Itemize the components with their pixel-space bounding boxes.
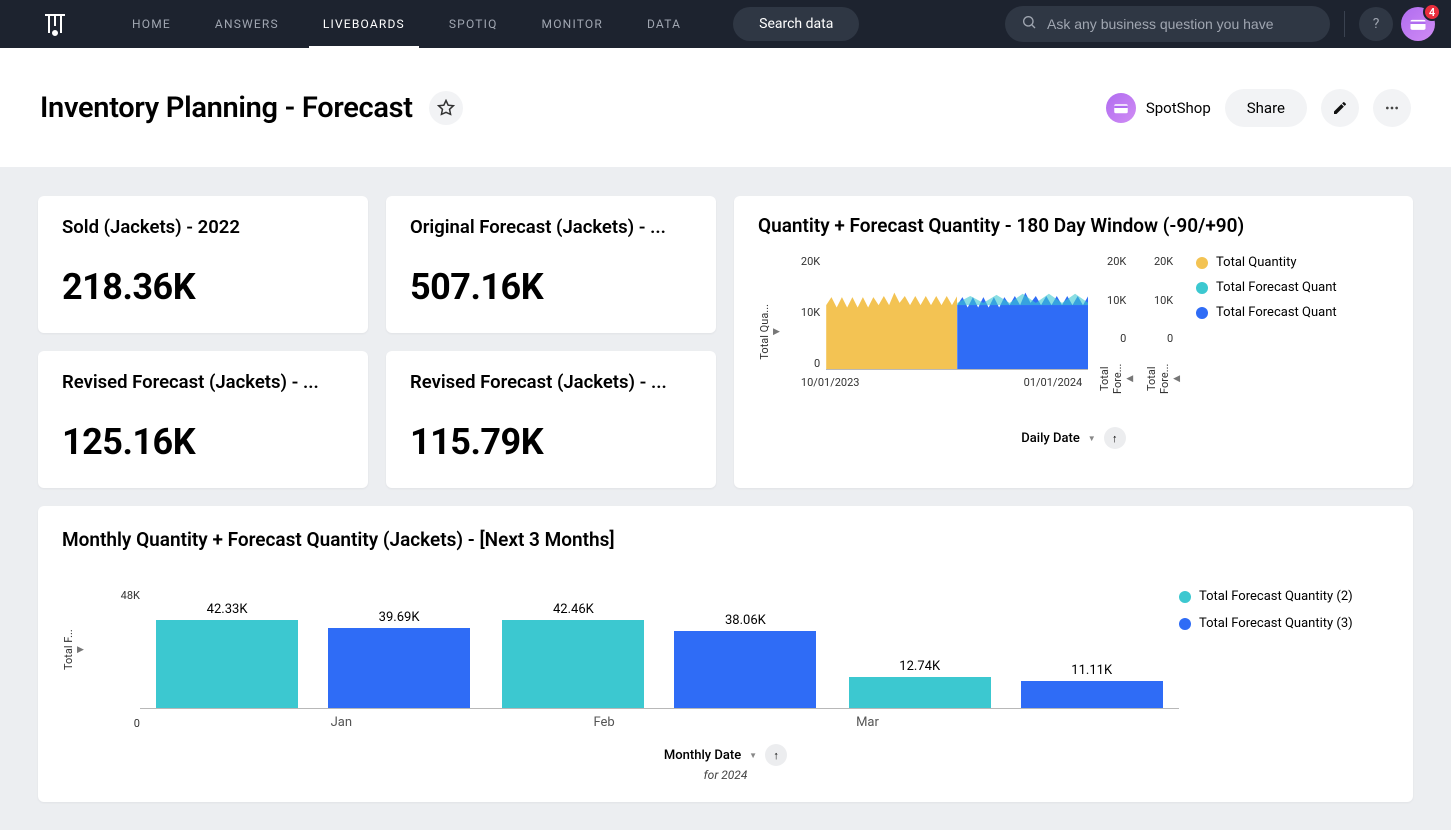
divider (1344, 11, 1345, 37)
bar: 11.11K (1021, 681, 1163, 708)
kpi-value: 218.36K (62, 266, 344, 308)
owner-chip[interactable]: SpotShop (1106, 93, 1211, 123)
more-button[interactable] (1373, 89, 1411, 127)
search-data-button[interactable]: Search data (733, 7, 859, 41)
bar-group: 42.33K 39.69K (140, 620, 486, 708)
y-axis-3: 20K10K0 Total Fore... ◀ (1145, 255, 1182, 409)
collapse-left-icon[interactable]: ▶ (771, 327, 782, 337)
favorite-button[interactable] (429, 91, 463, 125)
page-title: Inventory Planning - Forecast (40, 91, 413, 125)
kpi-value: 115.79K (410, 421, 692, 463)
kpi-card[interactable]: Revised Forecast (Jackets) - ... 125.16K (38, 351, 368, 488)
kpi-title: Original Forecast (Jackets) - ... (410, 216, 692, 238)
board: Sold (Jackets) - 2022 218.36K Revised Fo… (0, 168, 1451, 830)
chart-title: Quantity + Forecast Quantity - 180 Day W… (758, 214, 1389, 237)
bar-group: 12.74K 11.11K (833, 677, 1179, 708)
nav-spotiq[interactable]: SPOTIQ (427, 0, 520, 48)
chevron-down-icon[interactable]: ▼ (747, 751, 759, 760)
x-tick: Jan (331, 715, 352, 730)
area-chart (826, 255, 1088, 370)
legend: Total Forecast Quantity (2) Total Forecas… (1179, 569, 1389, 730)
x-axis-label: Daily Date (1021, 431, 1080, 446)
owner-name: SpotShop (1146, 99, 1211, 117)
x-tick: Feb (593, 715, 614, 730)
legend-item[interactable]: Total Forecast Quantity (3) (1179, 616, 1389, 631)
kpi-title: Revised Forecast (Jackets) - ... (410, 371, 692, 393)
kpi-card[interactable]: Original Forecast (Jackets) - ... 507.16… (386, 196, 716, 333)
legend: Total Quantity Total Forecast Quant Total … (1196, 255, 1337, 409)
chart-title: Monthly Quantity + Forecast Quantity (Ja… (62, 528, 1389, 551)
pencil-icon (1332, 100, 1348, 116)
search-icon (1021, 14, 1037, 34)
collapse-left-icon[interactable]: ▶ (75, 645, 86, 655)
y-ticks: 20K10K0 (795, 255, 826, 370)
y-axis-label: Total F... (62, 615, 75, 685)
more-icon (1384, 100, 1400, 116)
bar: 42.33K (156, 620, 298, 708)
sort-asc-button[interactable]: ↑ (1104, 427, 1126, 449)
legend-item[interactable]: Total Forecast Quant (1196, 305, 1337, 320)
kpi-card[interactable]: Revised Forecast (Jackets) - ... 115.79K (386, 351, 716, 488)
star-icon (437, 99, 455, 117)
kpi-title: Sold (Jackets) - 2022 (62, 216, 344, 238)
collapse-icon[interactable]: ◀ (1124, 374, 1135, 384)
kpi-value: 507.16K (410, 266, 692, 308)
ask-ai-field[interactable] (1047, 16, 1314, 32)
kpi-card[interactable]: Sold (Jackets) - 2022 218.36K (38, 196, 368, 333)
ask-ai-input[interactable] (1005, 6, 1330, 42)
bar: 38.06K (674, 631, 816, 708)
bar: 42.46K (502, 620, 644, 708)
help-button[interactable]: ? (1359, 7, 1393, 41)
nav-answers[interactable]: ANSWERS (193, 0, 301, 48)
nav-monitor[interactable]: MONITOR (520, 0, 625, 48)
y-axis-label: Total Qua... (758, 300, 771, 364)
share-button[interactable]: Share (1225, 89, 1307, 127)
nav-home[interactable]: HOME (110, 0, 193, 48)
bar: 39.69K (328, 628, 470, 708)
top-nav: HOMEANSWERSLIVEBOARDSSPOTIQMONITORDATA S… (0, 0, 1451, 48)
sort-asc-button[interactable]: ↑ (765, 744, 787, 766)
edit-button[interactable] (1321, 89, 1359, 127)
legend-item[interactable]: Total Quantity (1196, 255, 1337, 270)
x-ticks: 10/01/202301/01/2024 (795, 376, 1088, 389)
collapse-icon[interactable]: ◀ (1171, 374, 1182, 384)
chart-card-monthly[interactable]: Monthly Quantity + Forecast Quantity (Ja… (38, 506, 1413, 802)
app-logo[interactable] (40, 9, 70, 39)
y-ticks: 48K 0 (86, 569, 140, 730)
y-axis-2: 20K10K0 Total Fore... ◀ (1098, 255, 1135, 409)
kpi-title: Revised Forecast (Jackets) - ... (62, 371, 344, 393)
title-bar: Inventory Planning - Forecast SpotShop S… (0, 48, 1451, 168)
kpi-value: 125.16K (62, 421, 344, 463)
nav-liveboards[interactable]: LIVEBOARDS (301, 0, 427, 48)
x-axis-label: Monthly Date (664, 748, 741, 763)
x-ticks: Jan Feb Mar (210, 715, 1000, 730)
x-axis-sublabel: for 2024 (704, 768, 748, 782)
chart-card-180day[interactable]: Quantity + Forecast Quantity - 180 Day W… (734, 196, 1413, 488)
legend-item[interactable]: Total Forecast Quant (1196, 280, 1337, 295)
bar-group: 42.46K 38.06K (486, 620, 832, 708)
legend-item[interactable]: Total Forecast Quantity (2) (1179, 589, 1389, 604)
owner-avatar-icon (1106, 93, 1136, 123)
user-menu[interactable]: 4 (1401, 7, 1435, 41)
x-tick: Mar (856, 715, 879, 730)
nav-data[interactable]: DATA (625, 0, 703, 48)
bar: 12.74K (849, 677, 991, 708)
bar-chart: 42.33K 39.69K 42.46K 38.06K 12.74K 11.11K (140, 589, 1179, 709)
chevron-down-icon[interactable]: ▼ (1086, 434, 1098, 443)
notification-badge: 4 (1423, 3, 1441, 21)
